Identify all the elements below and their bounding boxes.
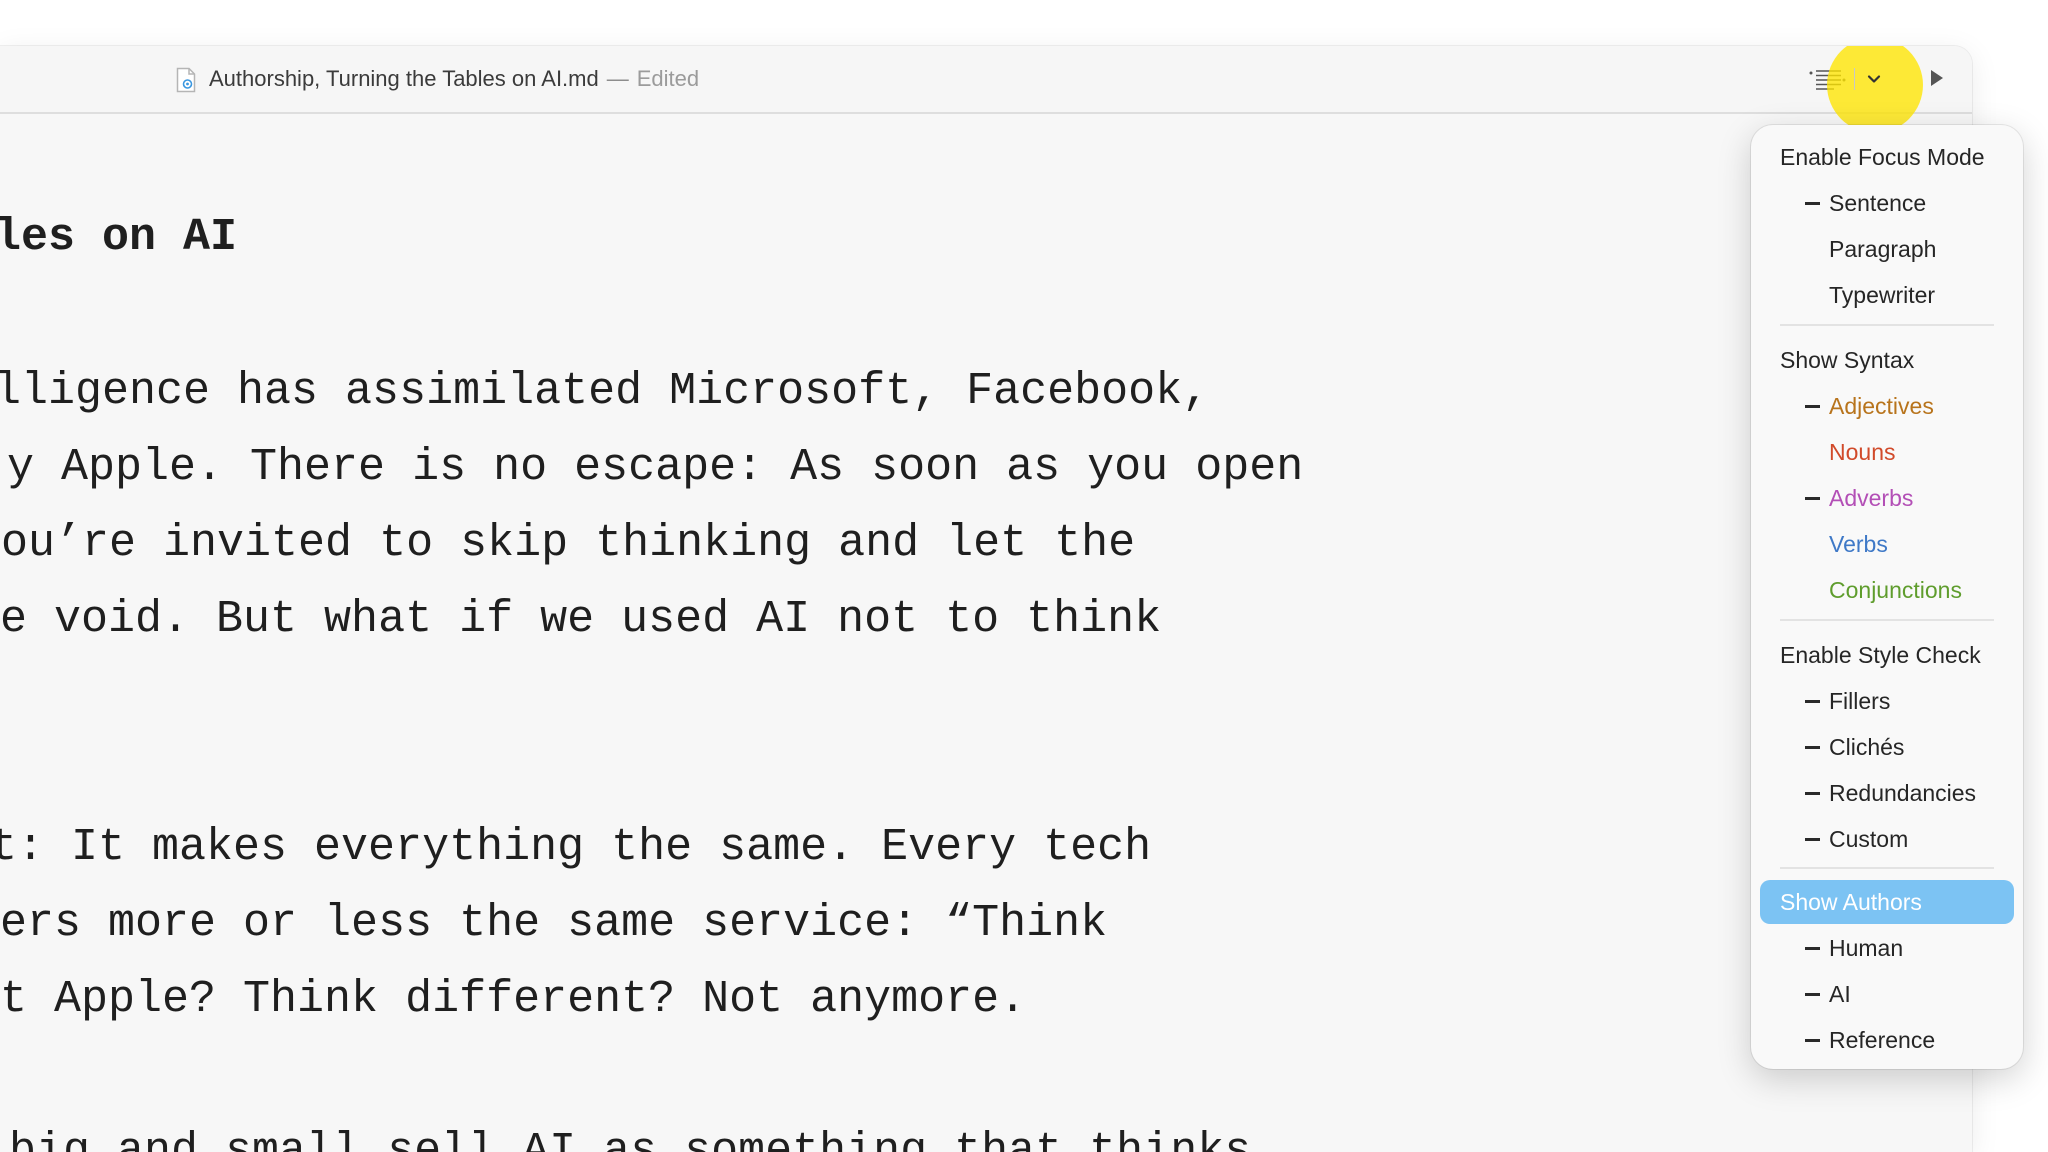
title-bar: Authorship, Turning the Tables on AI.md —… (0, 46, 1972, 133)
text-line: big and small sell AI as something that … (0, 1126, 1252, 1152)
menu-separator (1780, 324, 1994, 326)
editor-text-area[interactable]: les on AI lligence has assimilated Micro… (0, 114, 1972, 1152)
window-title: Authorship, Turning the Tables on AI.md —… (209, 66, 699, 92)
menu-item-fillers[interactable]: Fillers (1760, 679, 2014, 723)
text-line: ut Apple? Think different? Not anymore. (0, 974, 1027, 1025)
markdown-document-icon (176, 67, 196, 93)
view-options-menu: Enable Focus Mode Sentence Paragraph Typ… (1751, 125, 2023, 1069)
text-line: y Apple. There is no escape: As soon as … (7, 442, 1304, 493)
menu-separator (1780, 619, 1994, 621)
document-heading: les on AI (0, 212, 238, 263)
checked-dash-icon (1805, 497, 1820, 500)
menu-item-redundancies[interactable]: Redundancies (1760, 771, 2014, 815)
menu-item-ai[interactable]: AI (1760, 972, 2014, 1016)
toolbar-divider (1854, 68, 1855, 90)
menu-item-paragraph[interactable]: Paragraph (1760, 227, 2014, 271)
text-line: t: It makes everything the same. Every t… (0, 822, 1152, 873)
file-name: Authorship, Turning the Tables on AI.md (209, 66, 599, 91)
text-line: you’re invited to skip thinking and let … (0, 518, 1136, 569)
menu-item-adjectives[interactable]: Adjectives (1760, 384, 2014, 428)
play-triangle-icon[interactable] (1928, 68, 1946, 88)
menu-item-show-authors[interactable]: Show Authors (1760, 880, 2014, 924)
menu-item-human[interactable]: Human (1760, 926, 2014, 970)
checked-dash-icon (1805, 700, 1820, 703)
title-separator: — (606, 66, 629, 91)
menu-item-verbs[interactable]: Verbs (1760, 522, 2014, 566)
menu-item-enable-style-check[interactable]: Enable Style Check (1760, 633, 2014, 677)
menu-item-nouns[interactable]: Nouns (1760, 430, 2014, 474)
menu-item-conjunctions[interactable]: Conjunctions (1760, 568, 2014, 612)
checked-dash-icon (1805, 1039, 1820, 1042)
editor-window: Authorship, Turning the Tables on AI.md —… (0, 46, 1972, 1152)
checked-dash-icon (1805, 746, 1820, 749)
checked-dash-icon (1805, 405, 1820, 408)
menu-item-enable-focus-mode[interactable]: Enable Focus Mode (1760, 135, 2014, 179)
text-line: lligence has assimilated Microsoft, Face… (0, 366, 1210, 417)
text-line: he void. But what if we used AI not to t… (0, 594, 1162, 645)
menu-item-cliches[interactable]: Clichés (1760, 725, 2014, 769)
menu-item-typewriter[interactable]: Typewriter (1760, 273, 2014, 317)
edited-status: Edited (636, 66, 700, 91)
checked-dash-icon (1805, 993, 1820, 996)
menu-item-show-syntax[interactable]: Show Syntax (1760, 338, 2014, 382)
checked-dash-icon (1805, 838, 1820, 841)
menu-item-adverbs[interactable]: Adverbs (1760, 476, 2014, 520)
menu-item-reference[interactable]: Reference (1760, 1018, 2014, 1062)
checked-dash-icon (1805, 202, 1820, 205)
menu-item-custom[interactable]: Custom (1760, 817, 2014, 861)
chevron-down-icon[interactable] (1862, 67, 1886, 91)
menu-item-sentence[interactable]: Sentence (1760, 181, 2014, 225)
checked-dash-icon (1805, 792, 1820, 795)
text-line: fers more or less the same service: “Thi… (0, 898, 1108, 949)
menu-separator (1780, 867, 1994, 869)
checked-dash-icon (1805, 947, 1820, 950)
toolbar (1800, 46, 1972, 133)
